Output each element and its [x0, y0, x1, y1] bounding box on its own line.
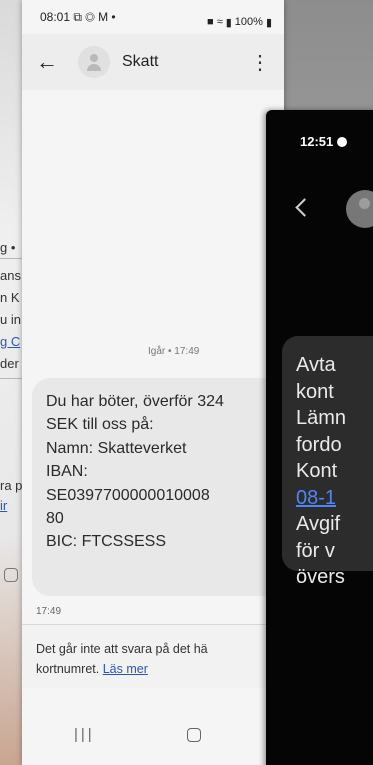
background-text-fragment: n K [0, 290, 20, 305]
status-right: ■ ≈ ▮ 100% ▮ [207, 10, 272, 34]
navigation-bar: ||| [22, 704, 284, 765]
chevron-left-icon[interactable] [295, 198, 314, 217]
phone-screenshot-right: 12:51 Avta kont Lämn fordo Kont 08-1 Avg… [266, 110, 373, 765]
message-line: SE0397700000010008 [46, 486, 210, 504]
more-vertical-icon[interactable]: ⋮ [250, 50, 270, 75]
battery-level: 100% [234, 16, 263, 28]
read-more-link[interactable]: Läs mer [103, 662, 148, 676]
signal-icon: ▮ [225, 16, 232, 29]
message-line: för v [296, 539, 335, 562]
phone-number-link[interactable]: 08-1 [296, 485, 373, 512]
background-text-fragment: g • [0, 240, 16, 255]
message-line: Lämn [296, 407, 347, 429]
reply-unavailable-notice: Det går inte att svara på det hä kortnum… [22, 624, 284, 688]
status-time: 08:01 [40, 10, 71, 24]
battery-icon: ▮ [265, 16, 272, 29]
message-line: fordo [296, 433, 342, 456]
status-bar: 08:01 ⧉ ◎ M • ■ ≈ ▮ 100% ▮ [22, 0, 284, 34]
background-home-icon [4, 568, 18, 582]
status-time: 12:51 [300, 134, 334, 149]
mute-icon: ■ [207, 16, 214, 28]
background-text-fragment: g C [0, 334, 21, 349]
message-line: Namn: Skatteverket [46, 439, 187, 457]
phone-screenshot-left: 08:01 ⧉ ◎ M • ■ ≈ ▮ 100% ▮ ← Skatt ⋮ Igå… [22, 0, 284, 765]
background-text-fragment: der [0, 356, 19, 371]
message-line: Avta [296, 354, 336, 376]
conversation-header: ← Skatt ⋮ [22, 34, 284, 90]
recents-button[interactable]: ||| [74, 726, 95, 743]
home-button[interactable] [186, 727, 201, 742]
background-text-fragment: ra p [0, 478, 23, 493]
message-line: kont [296, 380, 334, 403]
background-text-fragment: ir [0, 498, 8, 513]
status-bar-dark: 12:51 [300, 134, 348, 149]
notice-text-line2: kortnumret. Läs mer [36, 659, 284, 679]
message-line: 80 [46, 510, 64, 528]
wifi-icon: ≈ [216, 16, 223, 28]
status-left: 08:01 ⧉ ◎ M • [40, 10, 116, 34]
message-line: BIC: FTCSSESS [46, 533, 167, 551]
avatar[interactable] [346, 190, 373, 228]
message-line: Avgif [296, 513, 341, 535]
messenger-icon [337, 136, 348, 147]
message-line: Kont [296, 460, 338, 482]
background-text-fragment: u in [0, 312, 21, 327]
message-line: SEK till oss på: [46, 416, 154, 434]
background-divider [0, 378, 22, 379]
message-time: 17:49 [36, 606, 62, 617]
contact-name[interactable]: Skatt [122, 53, 250, 71]
avatar[interactable] [78, 46, 110, 78]
message-line: Du har böter, överför 324 [46, 393, 224, 410]
message-line: IBAN: [46, 463, 88, 481]
background-divider [0, 258, 22, 259]
message-bubble[interactable]: Du har böter, överför 324 SEK till oss p… [32, 378, 284, 596]
notice-text-short: kortnumret. [36, 662, 100, 676]
message-bubble-dark[interactable]: Avta kont Lämn fordo Kont 08-1 Avgif för… [282, 336, 373, 588]
arrow-back-icon[interactable]: ← [36, 49, 64, 75]
notice-text: Det går inte att svara på det hä [36, 642, 208, 656]
message-line: övers [296, 566, 345, 588]
notification-icons: ⧉ ◎ M • [73, 10, 116, 24]
message-date: Igår • 17:49 [148, 346, 200, 357]
background-text-fragment: ans [0, 268, 21, 283]
